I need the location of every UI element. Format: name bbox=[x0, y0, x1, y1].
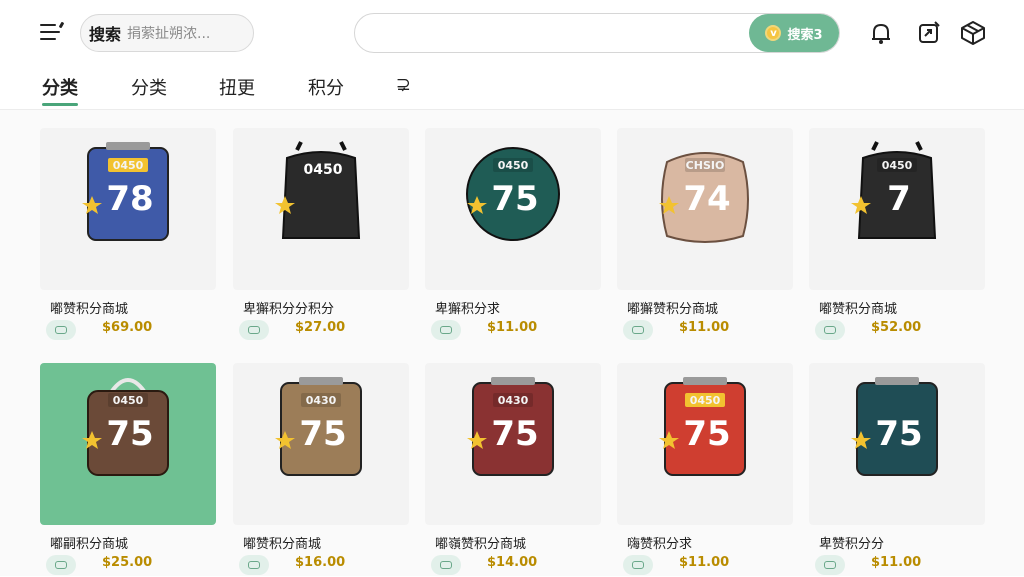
product-card[interactable]: 0450 75 嗨赞积分求 $11.00 bbox=[617, 345, 793, 577]
backpack-icon: 0450 7 bbox=[851, 141, 937, 239]
tab-extra[interactable]: ⊋ bbox=[396, 74, 411, 106]
category-tabs: 分类 分类 扭更 积分 ⊋ bbox=[0, 64, 1024, 110]
product-price: $52.00 bbox=[871, 320, 922, 335]
svg-text:0450: 0450 bbox=[882, 159, 913, 172]
svg-text:75: 75 bbox=[683, 414, 730, 454]
backpack-icon: 0450 75 bbox=[659, 377, 746, 476]
svg-text:75: 75 bbox=[106, 414, 153, 454]
backpack-icon: CHSIO 74 bbox=[659, 152, 749, 243]
menu-icon[interactable] bbox=[36, 18, 66, 46]
tab-category-2[interactable]: 分类 bbox=[131, 74, 167, 106]
backpack-icon: 0450 75 bbox=[466, 147, 560, 241]
backpack-icon: 0450 75 bbox=[82, 378, 169, 476]
svg-text:75: 75 bbox=[491, 179, 538, 219]
svg-text:0450: 0450 bbox=[498, 159, 529, 172]
svg-text:74: 74 bbox=[683, 179, 730, 219]
product-name: 嘟赞积分商城 bbox=[50, 302, 129, 317]
package-icon[interactable] bbox=[958, 18, 988, 48]
points-tag-icon[interactable] bbox=[239, 555, 269, 575]
main-search-input[interactable] bbox=[369, 22, 739, 46]
product-card[interactable]: 0430 75 嘟嶺赞积分商城 $14.00 bbox=[425, 345, 601, 577]
svg-text:0450: 0450 bbox=[304, 162, 343, 178]
points-tag-icon[interactable] bbox=[815, 555, 845, 575]
points-tag-icon[interactable] bbox=[46, 320, 76, 340]
product-name: 嘟獬赞积分商城 bbox=[627, 302, 719, 317]
svg-text:CHSIO: CHSIO bbox=[686, 159, 725, 172]
tab-points[interactable]: 积分 bbox=[308, 74, 344, 106]
svg-text:0450: 0450 bbox=[113, 159, 144, 172]
product-name: 嘟嶺赞积分商城 bbox=[435, 537, 527, 552]
quick-search-placeholder: 捐萦扯朔浓... bbox=[127, 26, 211, 42]
quick-search-label: 搜索 bbox=[89, 25, 122, 44]
product-price: $14.00 bbox=[487, 555, 538, 570]
product-name: 卑獬积分求 bbox=[435, 302, 501, 317]
svg-text:0430: 0430 bbox=[498, 394, 529, 407]
product-card[interactable]: 75 卑赞积分分 $11.00 bbox=[809, 345, 985, 577]
product-card[interactable]: CHSIO 74 嘟獬赞积分商城 $11.00 bbox=[617, 110, 793, 342]
product-price: $11.00 bbox=[871, 555, 922, 570]
product-card[interactable]: 0450 卑獬积分分积分 $27.00 bbox=[233, 110, 409, 342]
backpack-icon: 0450 78 bbox=[82, 142, 169, 241]
svg-text:78: 78 bbox=[106, 179, 153, 219]
backpack-icon: 0450 bbox=[275, 141, 361, 239]
main-search-bar: v 搜索3 bbox=[354, 13, 840, 53]
product-price: $11.00 bbox=[679, 555, 730, 570]
svg-text:0450: 0450 bbox=[690, 394, 721, 407]
tab-category[interactable]: 分类 bbox=[42, 74, 78, 106]
product-price: $11.00 bbox=[487, 320, 538, 335]
product-name: 嘟赞积分商城 bbox=[819, 302, 898, 317]
product-name: 卑赞积分分 bbox=[819, 537, 885, 552]
points-tag-icon[interactable] bbox=[431, 555, 461, 575]
product-price: $11.00 bbox=[679, 320, 730, 335]
product-name: 嘟赞积分商城 bbox=[243, 537, 322, 552]
svg-text:75: 75 bbox=[491, 414, 538, 454]
quick-search-pill[interactable]: 搜索 捐萦扯朔浓... bbox=[80, 14, 254, 52]
product-price: $27.00 bbox=[295, 320, 346, 335]
points-tag-icon[interactable] bbox=[239, 320, 269, 340]
points-tag-icon[interactable] bbox=[815, 320, 845, 340]
points-tag-icon[interactable] bbox=[623, 555, 653, 575]
bell-icon[interactable] bbox=[866, 18, 896, 48]
tab-more[interactable]: 扭更 bbox=[219, 74, 255, 106]
product-card[interactable]: 0450 75 卑獬积分求 $11.00 bbox=[425, 110, 601, 342]
product-name: 嘟嗣积分商城 bbox=[50, 537, 129, 552]
product-name: 嗨赞积分求 bbox=[627, 537, 693, 552]
points-tag-icon[interactable] bbox=[46, 555, 76, 575]
coin-icon: v bbox=[765, 25, 782, 41]
svg-text:0450: 0450 bbox=[113, 394, 144, 407]
product-price: $16.00 bbox=[295, 555, 346, 570]
backpack-icon: 0430 75 bbox=[275, 377, 362, 476]
top-header: 搜索 捐萦扯朔浓... v 搜索3 bbox=[0, 0, 1024, 64]
product-card[interactable]: 0450 75 嘟嗣积分商城 $25.00 bbox=[40, 345, 216, 577]
backpack-icon: 75 bbox=[851, 377, 938, 476]
backpack-icon: 0430 75 bbox=[467, 377, 554, 476]
product-card[interactable]: 0450 78 嘟赞积分商城 $69.00 bbox=[40, 110, 216, 342]
svg-text:0430: 0430 bbox=[306, 394, 337, 407]
product-name: 卑獬积分分积分 bbox=[243, 302, 335, 317]
search-button-label: 搜索3 bbox=[787, 27, 823, 43]
share-icon[interactable] bbox=[914, 18, 944, 48]
points-tag-icon[interactable] bbox=[623, 320, 653, 340]
product-price: $69.00 bbox=[102, 320, 153, 335]
product-card[interactable]: 0450 7 嘟赞积分商城 $52.00 bbox=[809, 110, 985, 342]
product-grid: 0450 78 嘟赞积分商城 $69.00 0450 卑獬积分分积分 $27.00 0450 7… bbox=[0, 110, 1024, 576]
svg-text:75: 75 bbox=[299, 414, 346, 454]
points-tag-icon[interactable] bbox=[431, 320, 461, 340]
product-price: $25.00 bbox=[102, 555, 153, 570]
svg-text:7: 7 bbox=[887, 179, 911, 219]
search-button[interactable]: v 搜索3 bbox=[749, 14, 839, 52]
product-card[interactable]: 0430 75 嘟赞积分商城 $16.00 bbox=[233, 345, 409, 577]
svg-text:75: 75 bbox=[875, 414, 922, 454]
